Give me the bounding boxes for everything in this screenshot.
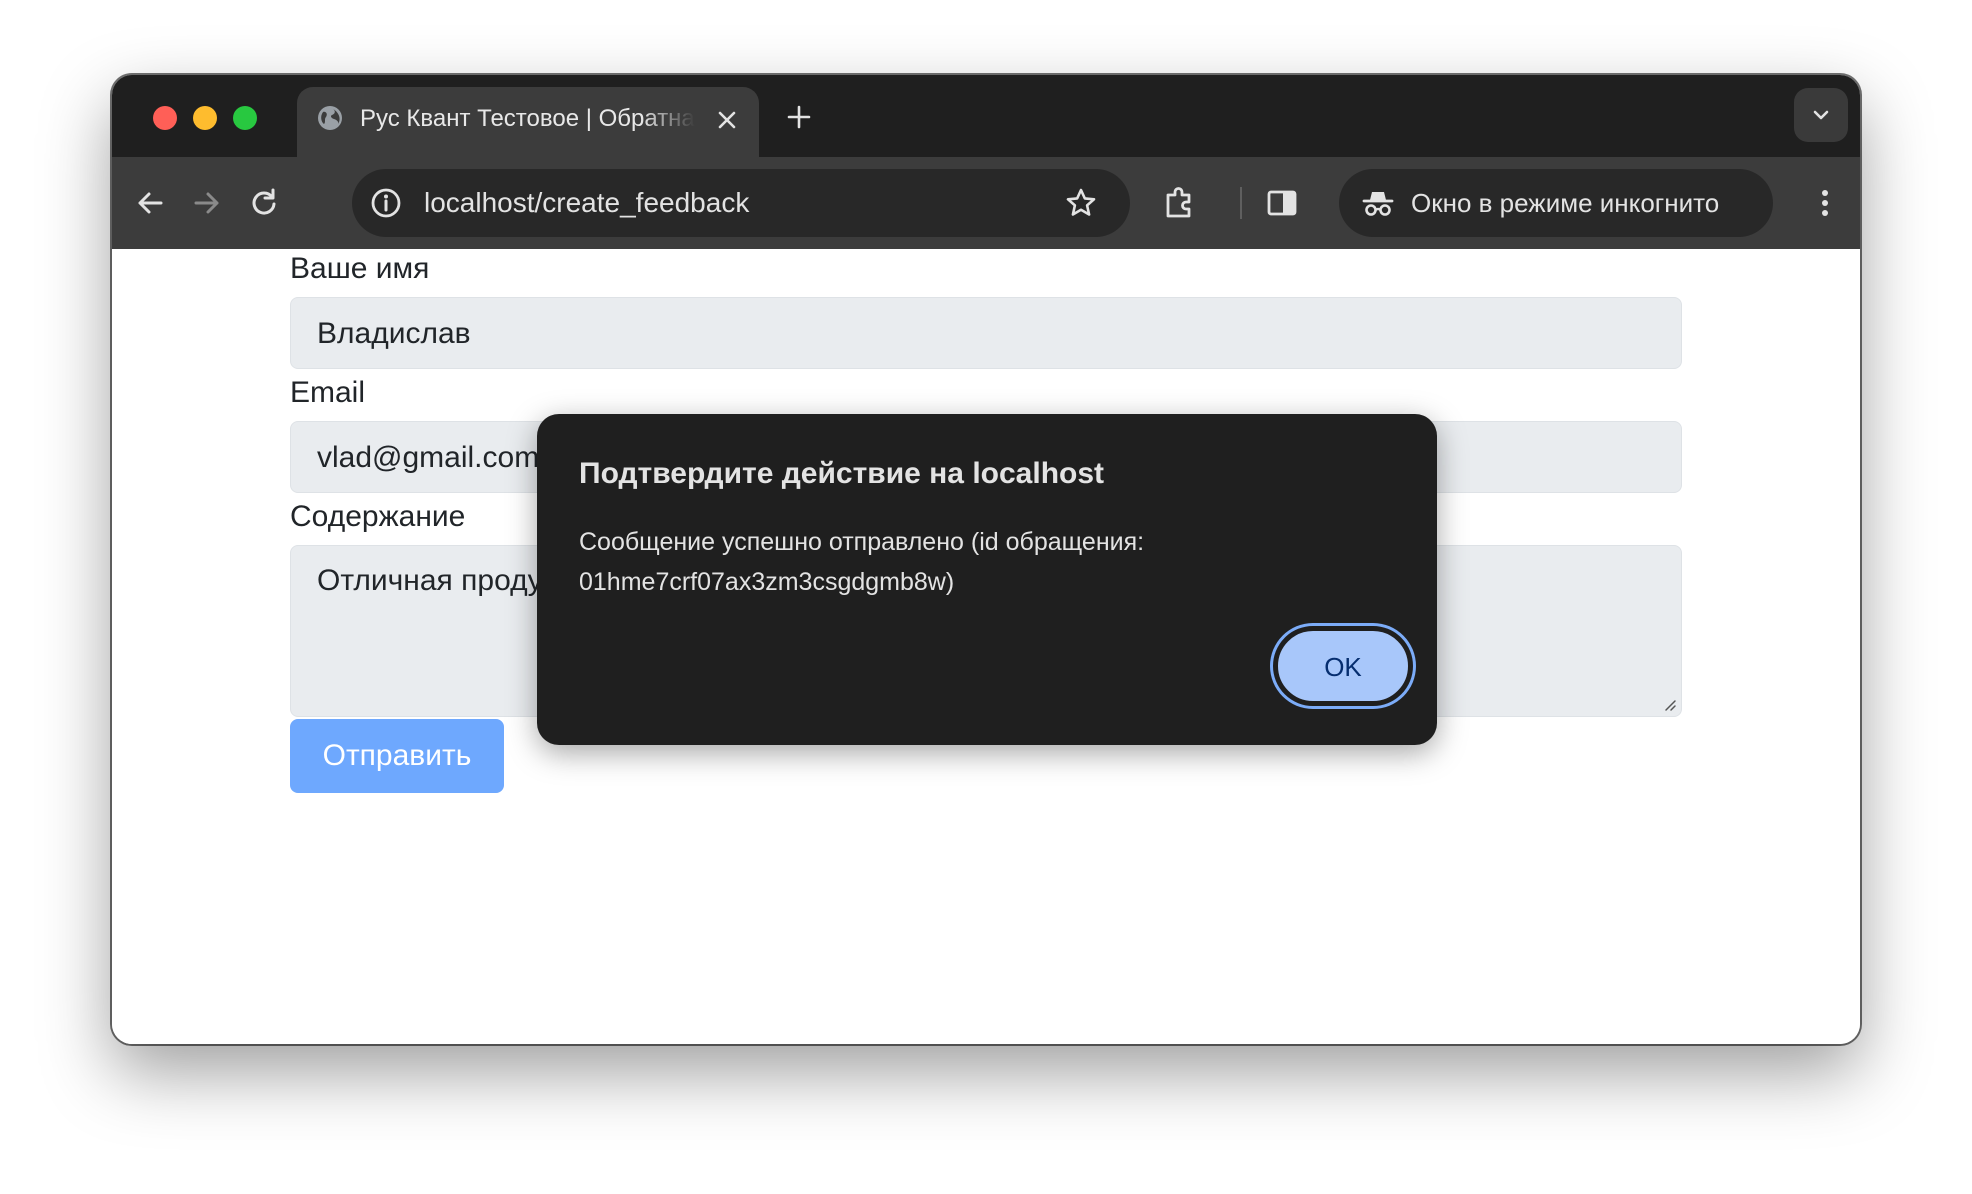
address-bar[interactable]: localhost/create_feedback	[352, 169, 1130, 237]
content-label: Содержание	[290, 500, 466, 533]
tab-title: Рус Квант Тестовое | Обратная связь	[360, 105, 695, 132]
name-label: Ваше имя	[290, 252, 430, 285]
close-tab-icon[interactable]	[715, 108, 739, 132]
reload-icon[interactable]	[246, 185, 282, 221]
incognito-indicator[interactable]: Окно в режиме инкогнито	[1339, 169, 1773, 237]
maximize-window-button[interactable]	[233, 106, 257, 130]
browser-toolbar: localhost/create_feedback Окно в режиме …	[112, 157, 1860, 249]
incognito-icon	[1362, 192, 1394, 216]
new-tab-icon[interactable]	[784, 102, 814, 132]
page-content: Ваше имя Владислав Email vlad@gmail.com …	[112, 249, 1860, 1044]
email-input-value: vlad@gmail.com	[317, 441, 540, 474]
email-label: Email	[290, 376, 366, 409]
resize-grip-icon[interactable]	[1661, 696, 1677, 712]
chevron-down-icon	[1813, 110, 1829, 120]
submit-button-label: Отправить	[322, 739, 472, 772]
name-input[interactable]: Владислав	[290, 297, 1682, 369]
name-input-value: Владислав	[317, 317, 471, 350]
close-window-button[interactable]	[153, 106, 177, 130]
active-tab[interactable]: Рус Квант Тестовое | Обратная связь	[297, 87, 759, 157]
forward-arrow-icon[interactable]	[189, 185, 225, 221]
site-info-icon[interactable]	[368, 185, 404, 221]
more-menu-icon[interactable]	[1807, 185, 1843, 221]
tab-strip: Рус Квант Тестовое | Обратная связь	[112, 75, 1860, 157]
browser-window: Рус Квант Тестовое | Обратная связь	[112, 75, 1860, 1044]
ok-button[interactable]: OK	[1273, 626, 1413, 706]
side-panel-icon[interactable]	[1264, 185, 1300, 221]
dialog-title: Подтвердите действие на localhost	[579, 457, 1105, 490]
extensions-puzzle-icon[interactable]	[1160, 184, 1198, 222]
toolbar-divider	[1240, 187, 1242, 219]
incognito-label: Окно в режиме инкогнито	[1411, 188, 1720, 218]
alert-dialog: Подтвердите действие на localhost Сообще…	[537, 414, 1437, 745]
dialog-message: Сообщение успешно отправлено (id обращен…	[579, 528, 1145, 596]
back-arrow-icon[interactable]	[132, 185, 168, 221]
globe-icon	[318, 106, 342, 130]
submit-button[interactable]: Отправить	[290, 719, 504, 793]
ok-button-label: OK	[1324, 652, 1362, 682]
bookmark-star-icon[interactable]	[1064, 186, 1098, 220]
url-text: localhost/create_feedback	[424, 187, 750, 218]
minimize-window-button[interactable]	[193, 106, 217, 130]
tab-search-button[interactable]	[1794, 88, 1848, 142]
